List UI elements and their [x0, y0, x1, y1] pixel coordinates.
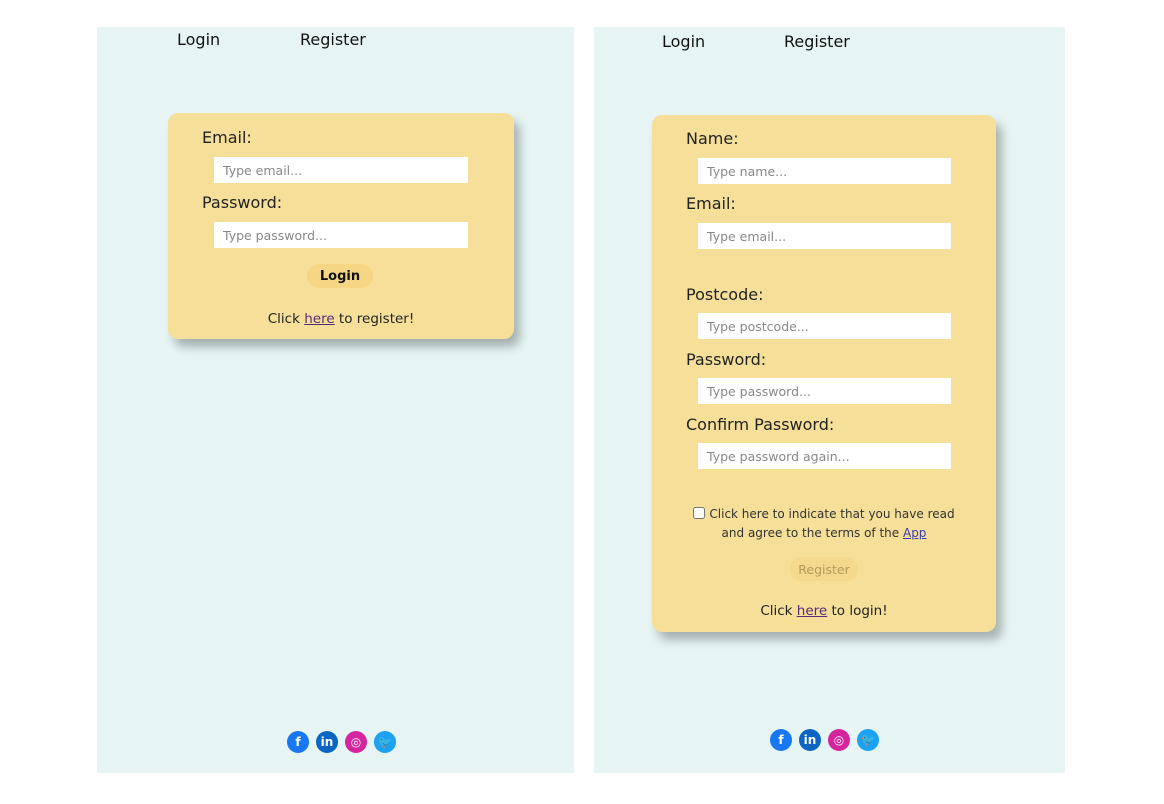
password-label: Password:	[202, 193, 283, 212]
twitter-icon[interactable]: 🐦	[857, 729, 879, 751]
top-nav: Login Register	[594, 27, 1065, 67]
password-label: Password:	[686, 350, 767, 369]
nav-register-link[interactable]: Register	[784, 32, 850, 51]
register-card: Name: Email: Postcode: Password: Confirm…	[652, 115, 996, 632]
linkedin-icon[interactable]: in	[316, 731, 338, 753]
register-prompt: Click here to register!	[168, 311, 514, 327]
nav-login-link[interactable]: Login	[662, 32, 705, 51]
register-here-link[interactable]: here	[304, 311, 334, 327]
password-input[interactable]	[214, 222, 468, 248]
register-prompt-prefix: Click	[267, 311, 305, 327]
login-prompt-suffix: to login!	[827, 603, 888, 619]
login-screen: Login Register Email: Password: Login Cl…	[97, 27, 574, 773]
terms-app-link[interactable]: App	[903, 526, 926, 540]
postcode-label: Postcode:	[686, 285, 764, 304]
email-input[interactable]	[698, 223, 951, 249]
login-prompt: Click here to login!	[652, 603, 996, 619]
email-label: Email:	[686, 194, 736, 213]
top-nav: Login Register	[97, 27, 574, 67]
facebook-icon[interactable]: f	[770, 729, 792, 751]
login-card: Email: Password: Login Click here to reg…	[168, 113, 514, 339]
email-label: Email:	[202, 128, 252, 147]
email-input[interactable]	[214, 157, 468, 183]
facebook-icon[interactable]: f	[287, 731, 309, 753]
register-prompt-suffix: to register!	[334, 311, 415, 327]
name-input[interactable]	[698, 158, 951, 184]
name-label: Name:	[686, 129, 739, 148]
login-here-link[interactable]: here	[797, 603, 827, 619]
nav-login-link[interactable]: Login	[177, 30, 220, 49]
social-links: f in ◎ 🐦	[770, 729, 879, 751]
login-button[interactable]: Login	[307, 264, 373, 288]
terms-agreement: Click here to indicate that you have rea…	[690, 505, 958, 543]
linkedin-icon[interactable]: in	[799, 729, 821, 751]
register-screen: Login Register Name: Email: Postcode: Pa…	[594, 27, 1065, 773]
register-button[interactable]: Register	[790, 557, 858, 581]
confirm-password-input[interactable]	[698, 443, 951, 469]
twitter-icon[interactable]: 🐦	[374, 731, 396, 753]
terms-checkbox[interactable]	[693, 507, 706, 519]
postcode-input[interactable]	[698, 313, 951, 339]
social-links: f in ◎ 🐦	[287, 731, 396, 753]
instagram-icon[interactable]: ◎	[345, 731, 367, 753]
instagram-icon[interactable]: ◎	[828, 729, 850, 751]
password-input[interactable]	[698, 378, 951, 404]
confirm-password-label: Confirm Password:	[686, 415, 835, 434]
login-prompt-prefix: Click	[760, 603, 797, 619]
nav-register-link[interactable]: Register	[300, 30, 366, 49]
